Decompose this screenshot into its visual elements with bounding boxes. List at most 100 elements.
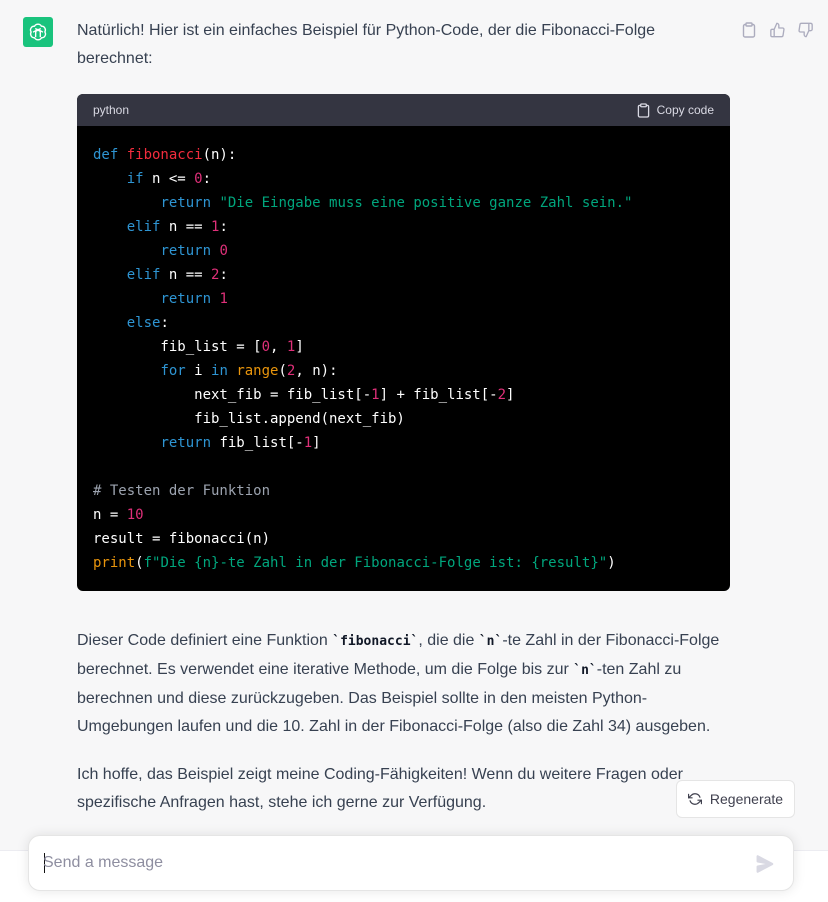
code-token: # Testen der Funktion xyxy=(93,483,271,499)
code-line: print(f"Die {n}-te Zahl in der Fibonacci… xyxy=(93,551,714,575)
code-token: next_fib = fib_list[- xyxy=(93,387,372,403)
code-token: for xyxy=(160,363,186,379)
code-line: else: xyxy=(93,311,714,335)
code-token: 1 xyxy=(303,435,313,451)
code-token: in xyxy=(211,363,228,379)
code-token: ) xyxy=(607,555,616,571)
copy-message-button[interactable] xyxy=(740,21,758,39)
code-token: ] xyxy=(506,387,515,403)
code-line: elif n == 2: xyxy=(93,263,714,287)
message-content: Natürlich! Hier ist ein einfaches Beispi… xyxy=(77,17,730,817)
code-line: return 0 xyxy=(93,239,714,263)
code-line: n = 10 xyxy=(93,503,714,527)
code-token: fibonacci xyxy=(126,147,203,163)
code-token: ( xyxy=(278,363,287,379)
code-line: for i in range(2, n): xyxy=(93,359,714,383)
explanation-text: Dieser Code definiert eine Funktion `fib… xyxy=(77,627,729,741)
code-token: print xyxy=(93,555,136,571)
code-token: ] + fib_list[- xyxy=(379,387,498,403)
code-line: def fibonacci(n): xyxy=(93,143,714,167)
code-token: def xyxy=(93,147,127,163)
code-token: : xyxy=(160,315,169,331)
code-line: elif n == 1: xyxy=(93,215,714,239)
code-line: # Testen der Funktion xyxy=(93,479,714,503)
thumbs-down-icon xyxy=(797,22,813,38)
clipboard-icon xyxy=(637,102,649,118)
code-token: elif xyxy=(126,219,161,235)
assistant-avatar xyxy=(23,17,53,47)
regenerate-button[interactable]: Regenerate xyxy=(676,780,795,818)
regenerate-label: Regenerate xyxy=(709,791,784,807)
code-token: f"Die {n}-te Zahl in der Fibonacci-Folge… xyxy=(143,555,608,571)
clipboard-icon xyxy=(742,22,756,38)
paper-plane-icon xyxy=(756,855,774,873)
code-token: "Die Eingabe muss eine positive ganze Za… xyxy=(219,195,633,211)
code-block: python Copy code def fibonacci(n): if n … xyxy=(77,94,730,591)
copy-code-button[interactable]: Copy code xyxy=(637,102,714,118)
code-line: if n <= 0: xyxy=(93,167,714,191)
code-token: ] xyxy=(295,339,304,355)
thumbs-up-icon xyxy=(769,22,785,38)
code-token: : xyxy=(219,267,228,283)
intro-text: Natürlich! Hier ist ein einfaches Beispi… xyxy=(77,22,656,67)
code-token: (n): xyxy=(202,147,237,163)
code-token: elif xyxy=(126,267,161,283)
code-token: fib_list[- xyxy=(211,435,304,451)
code-token: , xyxy=(270,339,287,355)
code-token: return xyxy=(160,195,220,211)
code-line: return fib_list[-1] xyxy=(93,431,714,455)
code-token: if xyxy=(126,171,144,187)
explanation-segment: Dieser Code definiert eine Funktion xyxy=(77,632,333,649)
code-token: range xyxy=(236,363,279,379)
code-header: python Copy code xyxy=(77,94,730,126)
send-button[interactable] xyxy=(755,854,775,874)
message-actions xyxy=(740,21,814,39)
code-token: n = xyxy=(93,507,127,523)
code-token: 1 xyxy=(371,387,380,403)
message-composer xyxy=(28,835,794,891)
message-input[interactable] xyxy=(43,836,743,890)
code-token: n == xyxy=(160,267,212,283)
thumbs-up-button[interactable] xyxy=(768,21,786,39)
code-line: return 1 xyxy=(93,287,714,311)
closing-text: Ich hoffe, das Beispiel zeigt meine Codi… xyxy=(77,766,683,811)
code-line: fib_list = [0, 1] xyxy=(93,335,714,359)
code-token: 0 xyxy=(219,243,228,259)
code-token: return xyxy=(160,243,220,259)
code-token: else xyxy=(126,315,161,331)
explanation-segment: , die die xyxy=(418,632,479,649)
assistant-message: Natürlich! Hier ist ein einfaches Beispi… xyxy=(0,0,828,811)
code-token: n == xyxy=(160,219,212,235)
code-token: i xyxy=(185,363,212,379)
code-line: return "Die Eingabe muss eine positive g… xyxy=(93,191,714,215)
code-token: 10 xyxy=(126,507,144,523)
code-token: 0 xyxy=(194,171,203,187)
refresh-icon xyxy=(687,793,702,805)
code-token: 1 xyxy=(219,291,228,307)
code-token: return xyxy=(160,291,220,307)
code-token: ( xyxy=(135,555,144,571)
code-token: 2 xyxy=(497,387,507,403)
code-token: : xyxy=(202,171,212,187)
code-token: result = fibonacci(n) xyxy=(93,531,271,547)
code-token: fib_list.append(next_fib) xyxy=(93,411,405,427)
code-token: fib_list = [ xyxy=(93,339,262,355)
code-token: : xyxy=(219,219,228,235)
thumbs-down-button[interactable] xyxy=(796,21,814,39)
code-token: 0 xyxy=(261,339,271,355)
code-token: , n): xyxy=(295,363,338,379)
code-token: return xyxy=(160,435,212,451)
openai-logo-icon xyxy=(29,23,47,41)
code-line: next_fib = fib_list[-1] + fib_list[-2] xyxy=(93,383,714,407)
code-line: result = fibonacci(n) xyxy=(93,527,714,551)
code-language: python xyxy=(93,103,130,117)
inline-code: `n` xyxy=(573,663,597,678)
